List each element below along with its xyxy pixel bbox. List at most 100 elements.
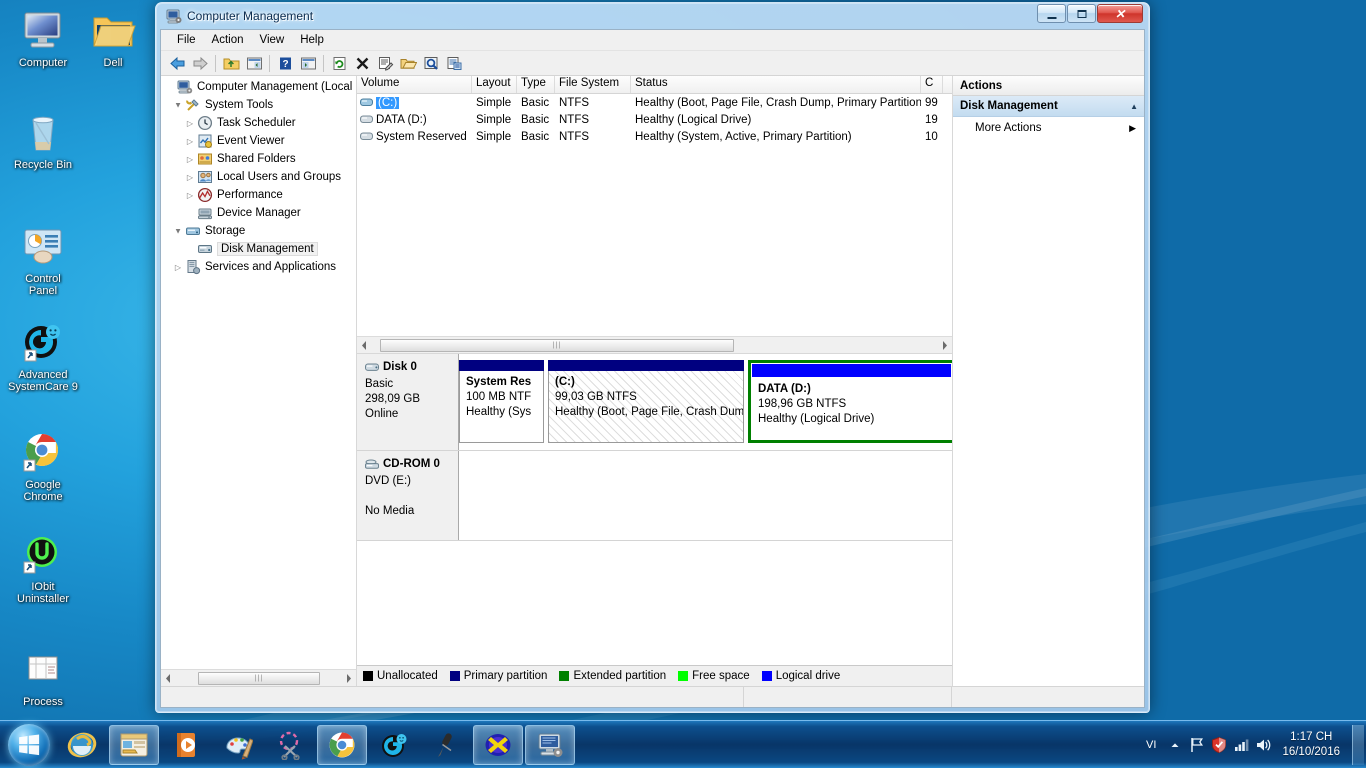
column-header-capacity[interactable]: C (921, 76, 943, 93)
tree-expander[interactable]: ▷ (183, 191, 197, 200)
open-button[interactable] (397, 53, 419, 74)
taskbar-internet-explorer[interactable] (57, 725, 107, 765)
desktop-icon-iobit-uninstaller[interactable]: IObit Uninstaller (0, 530, 86, 605)
tree-node-shared-folders[interactable]: ▷ Shared Folders (161, 150, 356, 168)
disk-row-disk0[interactable]: Disk 0 Basic 298,09 GB Online System Res… (357, 354, 952, 451)
taskbar-snipping-tool[interactable] (265, 725, 315, 765)
tree-node-device-manager[interactable]: Device Manager (161, 204, 356, 222)
desktop-icon-google-chrome[interactable]: Google Chrome (0, 428, 86, 503)
desktop-icon-control-panel[interactable]: Control Panel (0, 222, 86, 297)
start-button[interactable] (2, 723, 56, 767)
scroll-right-arrow-icon[interactable] (937, 338, 952, 353)
actions-header: Actions (953, 76, 1144, 96)
partition-c-drive[interactable]: (C:) 99,03 GB NTFS Healthy (Boot, Page F… (548, 360, 744, 443)
partition-system-reserved[interactable]: System Res 100 MB NTF Healthy (Sys (459, 360, 544, 443)
column-header-status[interactable]: Status (631, 76, 921, 93)
partition-data-d-drive[interactable]: DATA (D:) 198,96 GB NTFS Healthy (Logica… (748, 360, 952, 443)
disk-info-disk0[interactable]: Disk 0 Basic 298,09 GB Online (357, 354, 459, 450)
table-row[interactable]: DATA (D:) Simple Basic NTFS Healthy (Log… (357, 111, 952, 128)
action-flag-icon[interactable] (1186, 734, 1208, 756)
delete-button[interactable] (351, 53, 373, 74)
show-desktop-button[interactable] (1352, 724, 1364, 765)
scroll-thumb[interactable]: ||| (380, 338, 734, 352)
scroll-left-arrow-icon[interactable] (357, 338, 372, 353)
refresh-button[interactable] (328, 53, 350, 74)
column-header-volume[interactable]: Volume (357, 76, 472, 93)
table-row[interactable]: (C:) Simple Basic NTFS Healthy (Boot, Pa… (357, 94, 952, 111)
taskbar-sound-recorder[interactable] (421, 725, 471, 765)
tree-expander[interactable]: ▷ (171, 263, 185, 272)
event-viewer-icon (197, 133, 213, 149)
scroll-thumb[interactable]: ||| (198, 671, 320, 685)
console-tree[interactable]: Computer Management (Local ▲ System Tool… (161, 76, 356, 669)
tree-node-services-and-applications[interactable]: ▷ Services and Applications (161, 258, 356, 276)
legend-label: Logical drive (775, 670, 841, 682)
scroll-left-arrow-icon[interactable] (161, 671, 176, 686)
volume-list-horizontal-scrollbar[interactable]: ||| (357, 336, 952, 353)
tree-expander[interactable]: ▷ (183, 155, 197, 164)
tree-horizontal-scrollbar[interactable]: ||| (161, 669, 356, 686)
desktop-icon-dell[interactable]: Dell (70, 6, 156, 69)
show-hide-action-pane-button[interactable] (297, 53, 319, 74)
taskbar-windows-media-player[interactable] (161, 725, 211, 765)
column-header-type[interactable]: Type (517, 76, 555, 93)
desktop-icon-process[interactable]: Process (0, 645, 86, 708)
volume-icon[interactable] (1252, 734, 1274, 756)
tree-node-disk-management[interactable]: Disk Management (161, 240, 356, 258)
tree-expander[interactable]: ▲ (171, 101, 185, 110)
menu-file[interactable]: File (169, 32, 204, 48)
menu-help[interactable]: Help (292, 32, 332, 48)
scroll-right-arrow-icon[interactable] (341, 671, 356, 686)
computer-management-window[interactable]: Computer Management ✕ File Action View H… (155, 2, 1150, 713)
taskbar-google-chrome[interactable] (317, 724, 367, 765)
minimize-button[interactable] (1037, 4, 1066, 23)
properties-button[interactable] (374, 53, 396, 74)
tree-expander[interactable]: ▲ (171, 227, 185, 236)
menu-view[interactable]: View (252, 32, 293, 48)
clock[interactable]: 1:17 CH 16/10/2016 (1274, 730, 1348, 760)
close-button[interactable]: ✕ (1097, 4, 1143, 23)
taskbar-windows-explorer[interactable] (109, 724, 159, 765)
tree-expander[interactable]: ▷ (183, 119, 197, 128)
column-header-layout[interactable]: Layout (472, 76, 517, 93)
taskbar-computer-management[interactable] (525, 724, 575, 765)
back-button[interactable] (166, 53, 188, 74)
rescan-disks-button[interactable] (420, 53, 442, 74)
maximize-button[interactable] (1067, 4, 1096, 23)
desktop-icon-advanced-systemcare[interactable]: Advanced SystemCare 9 (0, 318, 86, 393)
tree-expander[interactable]: ▷ (183, 137, 197, 146)
action-more-actions[interactable]: More Actions ▶ (953, 117, 1144, 139)
language-indicator[interactable]: VI (1138, 739, 1164, 751)
disk-graphical-view[interactable]: Disk 0 Basic 298,09 GB Online System Res… (357, 354, 952, 665)
taskbar-paint[interactable] (213, 725, 263, 765)
taskbar[interactable]: VI 1:17 CH 16/10/2016 (0, 720, 1366, 768)
tree-expander[interactable]: ▷ (183, 173, 197, 182)
show-hide-tree-button[interactable] (243, 53, 265, 74)
security-shield-icon[interactable] (1208, 734, 1230, 756)
column-header-file-system[interactable]: File System (555, 76, 631, 93)
up-one-level-button[interactable] (220, 53, 242, 74)
actions-group-disk-management[interactable]: Disk Management ▲ (953, 96, 1144, 117)
show-hidden-icons-button[interactable] (1164, 734, 1186, 756)
taskbar-advanced-systemcare[interactable] (369, 725, 419, 765)
network-signal-icon[interactable] (1230, 734, 1252, 756)
table-row[interactable]: System Reserved Simple Basic NTFS Health… (357, 128, 952, 145)
disk-title: Disk 0 (365, 360, 452, 375)
tree-node-event-viewer[interactable]: ▷ Event Viewer (161, 132, 356, 150)
desktop-icon-recycle-bin[interactable]: Recycle Bin (0, 108, 86, 171)
tree-node-task-scheduler[interactable]: ▷ Task Scheduler (161, 114, 356, 132)
help-button[interactable]: ? (274, 53, 296, 74)
disk-info-cdrom0[interactable]: CD-ROM 0 DVD (E:) No Media (357, 451, 459, 540)
tree-node-performance[interactable]: ▷ Performance (161, 186, 356, 204)
disk-row-cdrom0[interactable]: CD-ROM 0 DVD (E:) No Media (357, 451, 952, 541)
window-titlebar[interactable]: Computer Management ✕ (160, 3, 1145, 29)
tree-node-storage[interactable]: ▲ Storage (161, 222, 356, 240)
tree-node-root[interactable]: Computer Management (Local (161, 78, 356, 96)
forward-button[interactable] (189, 53, 211, 74)
export-list-button[interactable] (443, 53, 465, 74)
desktop[interactable]: Computer Dell Recycle Bin Control Panel … (0, 0, 1366, 768)
tree-node-local-users-and-groups[interactable]: ▷ Local Users and Groups (161, 168, 356, 186)
taskbar-iobit-malware-fighter[interactable] (473, 724, 523, 765)
tree-node-system-tools[interactable]: ▲ System Tools (161, 96, 356, 114)
menu-action[interactable]: Action (204, 32, 252, 48)
